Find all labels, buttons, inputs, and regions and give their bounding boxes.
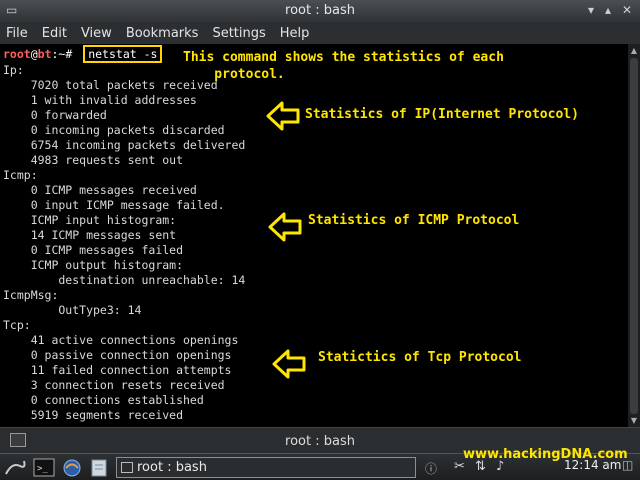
task-item-label: root : bash [137,460,207,475]
left-arrow-icon [268,212,302,242]
output-line: 41 active connections openings [3,333,239,347]
output-line: 6754 incoming packets delivered [3,138,246,152]
menu-bar: File Edit View Bookmarks Settings Help [0,22,640,44]
browser-icon[interactable] [62,458,82,477]
scroll-down-icon[interactable]: ▼ [629,416,639,426]
prompt-path: :~# [51,47,80,61]
menu-file[interactable]: File [6,26,28,41]
menu-edit[interactable]: Edit [42,26,67,41]
terminal-icon[interactable]: >_ [33,458,55,477]
scroll-up-icon[interactable]: ▲ [629,46,639,56]
minimize-icon[interactable]: ▾ [588,3,594,17]
output-line: Tcp: [3,318,31,332]
clock: 12:14 am [564,458,622,472]
output-line: 4983 requests sent out [3,153,184,167]
output-line: ICMP output histogram: [3,258,184,272]
output-line: 0 ICMP messages received [3,183,197,197]
output-line: Icmp: [3,168,38,182]
svg-text:>_: >_ [37,464,48,474]
title-bar: ▭ root : bash ▾ ▴ ✕ [0,0,640,22]
menu-view[interactable]: View [81,26,112,41]
menu-bookmarks[interactable]: Bookmarks [126,26,199,41]
output-line: 3 connection resets received [3,378,225,392]
terminal-output[interactable]: root@bt:~# netstat -s Ip: 7020 total pac… [0,44,628,427]
left-arrow-icon [272,349,306,379]
output-line: 0 passive connection openings [3,348,232,362]
files-icon[interactable] [90,458,108,477]
window-icon [121,462,133,473]
command-annotation: This command shows the statistics of eac… [183,50,504,82]
prompt-host: bt [37,47,52,61]
scrollbar[interactable]: ▲ ▼ [628,44,640,427]
output-line: 5919 segments received [3,408,184,422]
window-title: root : bash [285,3,355,18]
scrollbar-thumb[interactable] [630,58,638,414]
output-line: 0 connections established [3,393,204,407]
output-line: OutType3: 14 [3,303,142,317]
output-line: IcmpMsg: [3,288,59,302]
output-line: 0 incoming packets discarded [3,123,225,137]
task-item-root-bash[interactable]: root : bash [116,457,416,478]
ip-annotation: Statistics of IP(Internet Protocol) [305,107,579,122]
menu-settings[interactable]: Settings [212,26,265,41]
output-line: 14 ICMP messages sent [3,228,177,242]
output-line: destination unreachable: 14 [3,273,246,287]
command-text: netstat -s [83,45,163,63]
icmp-annotation: Statistics of ICMP Protocol [308,213,520,228]
output-line: 0 ICMP messages failed [3,243,184,257]
tcp-annotation: Statictics of Tcp Protocol [318,350,522,365]
notification-icon[interactable]: ⓘ [425,460,437,477]
prompt-user: root [3,47,31,61]
output-line: 0 input ICMP message failed. [3,198,225,212]
output-line: 11 failed connection attempts [3,363,232,377]
kde-menu-icon[interactable] [4,458,28,477]
close-icon[interactable]: ✕ [622,3,632,17]
left-arrow-icon [266,101,300,131]
menu-help[interactable]: Help [280,26,310,41]
maximize-icon[interactable]: ▴ [605,3,611,17]
